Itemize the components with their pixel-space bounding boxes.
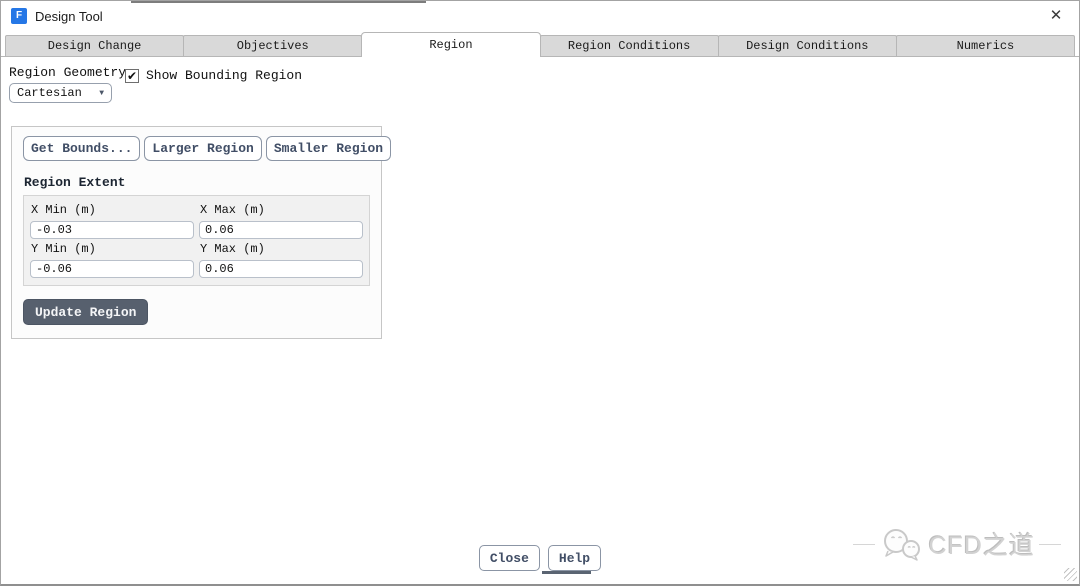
y-max-label: Y Max (m)	[200, 242, 265, 256]
tab-region[interactable]: Region	[361, 32, 541, 57]
larger-region-button[interactable]: Larger Region	[144, 136, 262, 161]
close-button[interactable]: Close	[478, 545, 540, 571]
geometry-selected-value: Cartesian	[17, 86, 82, 100]
tab-region-conditions[interactable]: Region Conditions	[539, 35, 719, 56]
resize-grip[interactable]	[1064, 568, 1077, 581]
show-bounding-label: Show Bounding Region	[146, 68, 303, 83]
x-min-label: X Min (m)	[31, 203, 96, 217]
watermark-text: CFD之道	[928, 532, 1035, 560]
design-tool-dialog: F Design Tool ✕ Design Change Objectives…	[0, 0, 1080, 586]
tab-bar: Design Change Objectives Region Region C…	[1, 31, 1079, 57]
region-button-row: Get Bounds... Larger Region Smaller Regi…	[23, 136, 392, 161]
x-min-cell: X Min (m)	[30, 200, 194, 239]
background-window-sliver-bottom	[542, 571, 591, 574]
close-icon[interactable]: ✕	[1047, 7, 1065, 25]
region-extent-title: Region Extent	[24, 175, 126, 190]
x-max-cell: X Max (m)	[199, 200, 363, 239]
y-min-field[interactable]	[30, 260, 194, 278]
get-bounds-button[interactable]: Get Bounds...	[23, 136, 141, 161]
help-button[interactable]: Help	[547, 545, 602, 571]
app-icon: F	[11, 8, 27, 24]
region-groupbox: Get Bounds... Larger Region Smaller Regi…	[11, 126, 392, 339]
x-max-label: X Max (m)	[200, 203, 265, 217]
watermark: CFD之道	[853, 526, 1061, 562]
title-bar[interactable]: F Design Tool ✕	[1, 1, 1079, 31]
tab-design-conditions[interactable]: Design Conditions	[717, 35, 897, 56]
show-bounding-checkbox[interactable]: ✔	[125, 68, 139, 83]
region-extent-panel: X Min (m) X Max (m) Y Min (m) Y Max (m)	[23, 195, 370, 286]
region-tab-panel: Region Geometry Cartesian ▼ ✔ Show Bound…	[1, 58, 1079, 584]
y-min-label: Y Min (m)	[31, 242, 96, 256]
y-max-field[interactable]	[199, 260, 363, 278]
y-min-cell: Y Min (m)	[30, 239, 194, 278]
tab-objectives[interactable]: Objectives	[183, 35, 363, 56]
window-title: Design Tool	[35, 8, 103, 24]
tab-numerics[interactable]: Numerics	[895, 35, 1076, 56]
chevron-down-icon: ▼	[99, 88, 104, 98]
x-min-field[interactable]	[30, 221, 194, 239]
tab-design-change[interactable]: Design Change	[5, 35, 185, 56]
wechat-icon	[883, 529, 920, 561]
background-window-sliver-top	[131, 1, 426, 3]
region-geometry-label: Region Geometry	[9, 65, 127, 80]
update-region-button[interactable]: Update Region	[23, 299, 149, 325]
show-bounding-region-toggle[interactable]: ✔ Show Bounding Region	[125, 68, 302, 83]
x-max-field[interactable]	[199, 221, 363, 239]
y-max-cell: Y Max (m)	[199, 239, 363, 278]
geometry-select[interactable]: Cartesian ▼	[9, 83, 112, 103]
smaller-region-button[interactable]: Smaller Region	[265, 136, 392, 161]
